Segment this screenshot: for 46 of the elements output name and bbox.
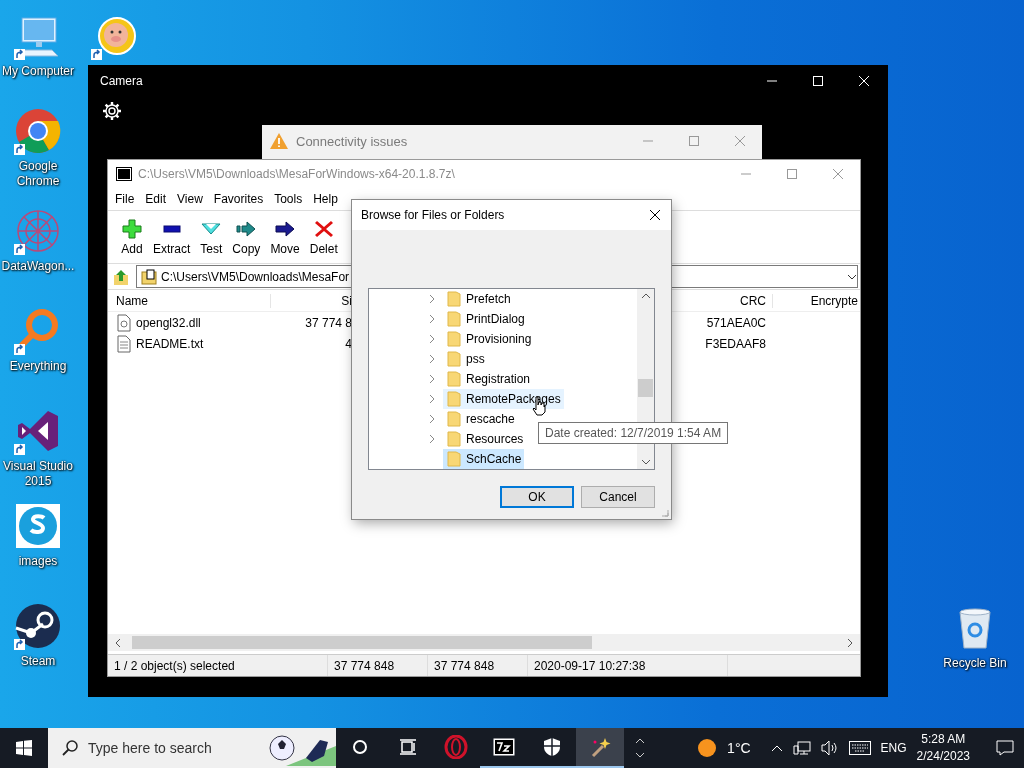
status-text: 37 774 848 <box>328 655 428 676</box>
tree-item[interactable]: Resources <box>443 429 527 449</box>
weather-text[interactable]: 1°C <box>727 740 751 756</box>
file-name[interactable]: opengl32.dll <box>136 315 201 330</box>
toolbar-button[interactable]: Add <box>116 211 148 263</box>
table-cell-text: 571AEA0C <box>705 315 767 330</box>
desktop-icon-label[interactable]: Recycle Bin <box>937 656 1013 671</box>
status-text: 1 / 2 object(s) selected <box>108 655 328 676</box>
tree-item[interactable]: rescache <box>443 409 518 429</box>
menu-item[interactable]: File <box>115 192 135 206</box>
menu-item[interactable]: Edit <box>145 192 167 206</box>
tree-item[interactable]: SchCache <box>443 449 525 469</box>
tree-item[interactable]: Provisioning <box>443 329 535 349</box>
tree-item[interactable]: pss <box>443 349 488 369</box>
table-cell-text: 4 <box>344 336 352 351</box>
toolbar-button[interactable]: Delet <box>304 211 343 263</box>
cancel-button[interactable]: Cancel <box>581 486 655 508</box>
toolbar-button[interactable]: Test <box>195 211 228 263</box>
tree-item[interactable]: Prefetch <box>443 289 514 309</box>
menu-item[interactable]: Favorites <box>213 192 264 206</box>
column-header[interactable]: CRC <box>682 293 772 308</box>
window-title: C:\Users\VM5\Downloads\MesaForWindows-x64-20.1.8.7z\ <box>138 167 455 181</box>
tooltip: Date created: 12/7/2019 1:54 AM <box>538 422 729 444</box>
dialog-title: Browse for Files or Folders <box>361 208 505 222</box>
clock[interactable]: 5:28 AM 2/24/2023 <box>916 731 970 765</box>
toolbar-button[interactable]: Copy <box>227 211 266 263</box>
status-text: 2020-09-17 10:27:38 <box>528 655 728 676</box>
toolbar-button[interactable]: Extract <box>148 211 196 263</box>
ok-button[interactable]: OK <box>500 486 574 508</box>
window-title: Camera <box>100 74 143 88</box>
tree-item[interactable]: Registration <box>443 369 534 389</box>
toolbar-button[interactable]: Move <box>265 211 305 263</box>
language-indicator[interactable]: ENG <box>880 741 907 755</box>
window-title: Connectivity issues <box>296 133 408 149</box>
menu-item[interactable]: Help <box>313 192 338 206</box>
tree-item[interactable]: RemotePackages <box>443 389 564 409</box>
table-cell-text: F3EDAAF8 <box>704 336 767 351</box>
column-header[interactable]: Encrypte <box>772 293 860 308</box>
file-name[interactable]: README.txt <box>136 336 204 351</box>
column-header[interactable]: Name <box>108 293 271 308</box>
menu-item[interactable]: Tools <box>274 192 303 206</box>
search-field[interactable]: Type here to search <box>48 728 336 768</box>
menu-item[interactable]: View <box>177 192 203 206</box>
status-text: 37 774 848 <box>428 655 528 676</box>
table-cell-text: 37 774 8 <box>304 315 352 330</box>
tree-item[interactable]: PrintDialog <box>443 309 528 329</box>
